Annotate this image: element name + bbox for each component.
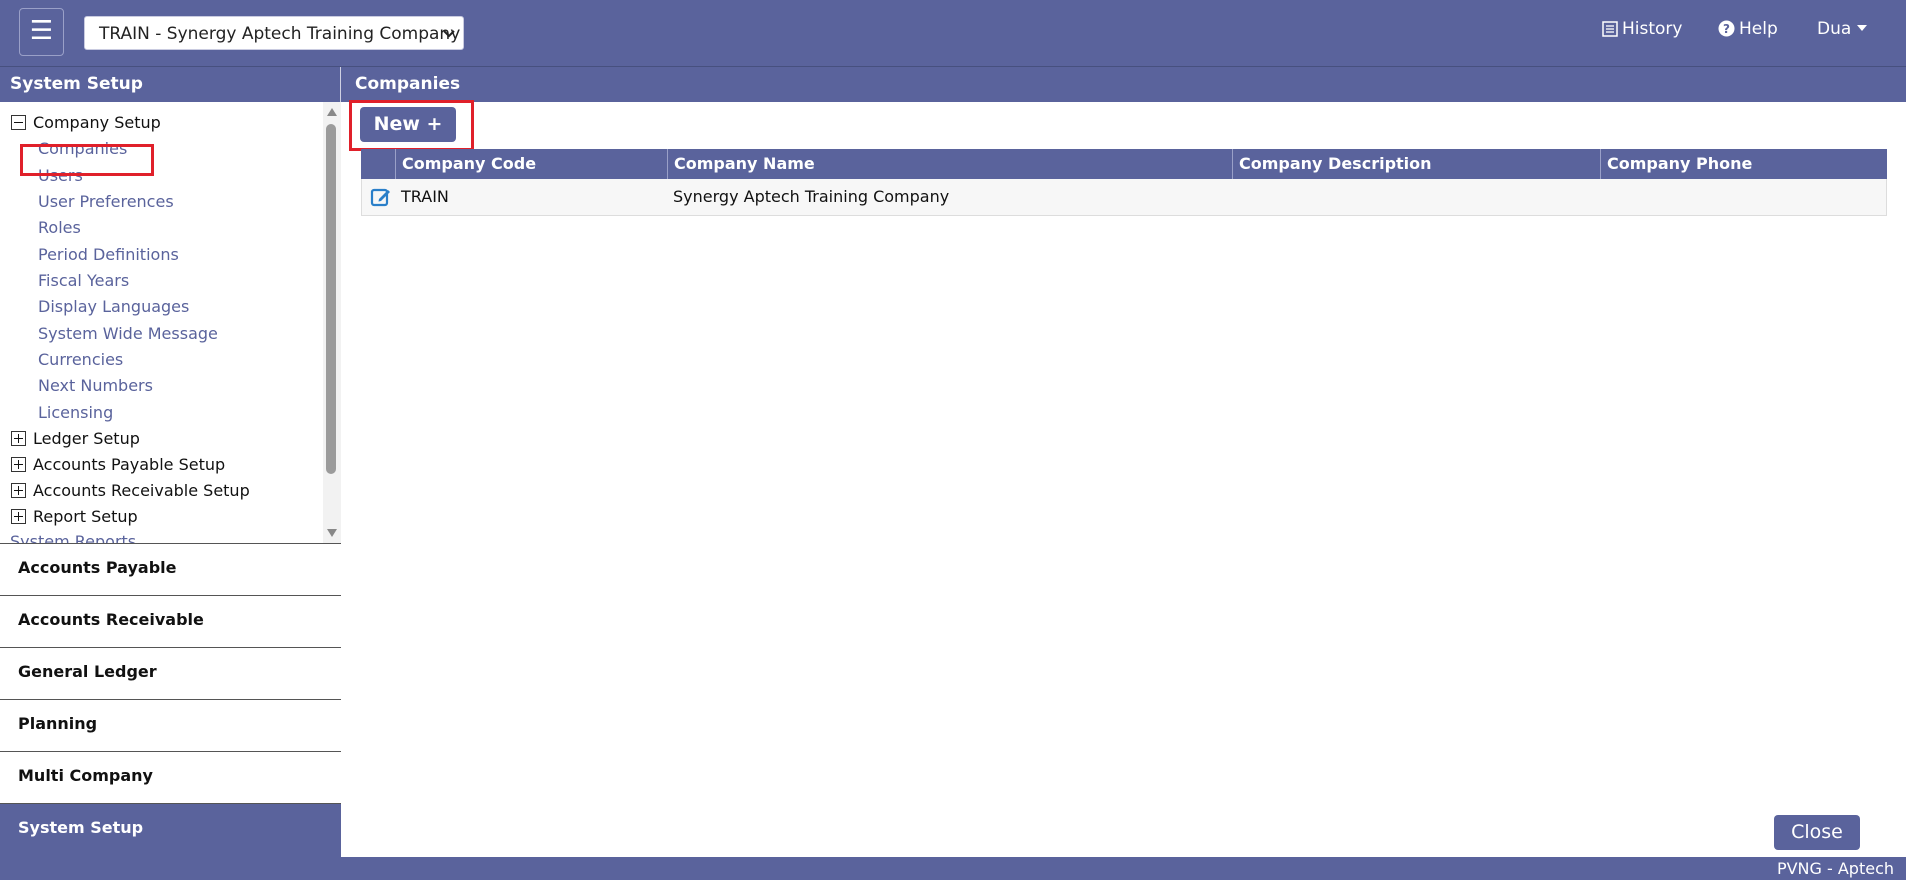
tree-item-roles[interactable]: Roles: [38, 218, 81, 242]
sidebar: System Setup Company Setup Companies Use…: [0, 67, 341, 857]
question-circle-icon: ?: [1718, 20, 1735, 37]
help-label: Help: [1739, 19, 1778, 39]
module-accounts-payable[interactable]: Accounts Payable: [0, 543, 341, 595]
history-label: History: [1622, 19, 1683, 39]
tree-node-label: Accounts Payable Setup: [33, 455, 226, 474]
module-planning[interactable]: Planning: [0, 699, 341, 751]
page-title: Companies: [341, 67, 1906, 102]
expand-plus-icon[interactable]: [11, 431, 26, 446]
scroll-up-arrow-icon[interactable]: [327, 108, 337, 116]
edit-icon[interactable]: [370, 186, 392, 208]
footer-bar: PVNG - Aptech: [0, 857, 1906, 880]
module-accounts-receivable[interactable]: Accounts Receivable: [0, 595, 341, 647]
company-select[interactable]: TRAIN - Synergy Aptech Training Company: [84, 16, 464, 50]
tree-node-label: Report Setup: [33, 507, 138, 526]
cell-company-code: TRAIN: [401, 187, 449, 206]
main-panel: Companies New + Company Code Company Nam…: [341, 67, 1906, 857]
expand-plus-icon[interactable]: [11, 457, 26, 472]
tree-item-licensing[interactable]: Licensing: [38, 403, 113, 427]
setup-tree: Company Setup Companies Users User Prefe…: [0, 102, 323, 543]
tree-item-currencies[interactable]: Currencies: [38, 350, 123, 374]
user-name: Dua: [1817, 19, 1852, 39]
module-system-setup[interactable]: System Setup: [0, 803, 341, 857]
column-header-company-code[interactable]: Company Code: [395, 149, 667, 179]
new-button[interactable]: New +: [360, 107, 456, 142]
tree-item-display-languages[interactable]: Display Languages: [38, 297, 189, 321]
cell-company-name: Synergy Aptech Training Company: [673, 187, 950, 206]
tree-node-label: Ledger Setup: [33, 429, 140, 448]
grid-header: Company Code Company Name Company Descri…: [361, 149, 1887, 179]
column-header-actions: [361, 149, 395, 179]
column-header-company-description[interactable]: Company Description: [1232, 149, 1600, 179]
sidebar-title: System Setup: [0, 67, 340, 102]
tree-node-company-setup[interactable]: Company Setup: [11, 113, 161, 137]
expand-plus-icon[interactable]: [11, 483, 26, 498]
caret-down-icon: [1857, 25, 1868, 31]
help-link[interactable]: ? Help: [1718, 19, 1778, 39]
tree-item-fiscal-years[interactable]: Fiscal Years: [38, 271, 129, 295]
user-menu[interactable]: Dua: [1817, 19, 1868, 39]
tree-item-period-definitions[interactable]: Period Definitions: [38, 245, 179, 269]
selection-highlight: [20, 144, 154, 176]
chevron-down-icon: [443, 30, 455, 38]
module-general-ledger[interactable]: General Ledger: [0, 647, 341, 699]
tree-item-user-preferences[interactable]: User Preferences: [38, 192, 174, 216]
hamburger-menu-icon[interactable]: ☰: [19, 8, 64, 56]
svg-text:?: ?: [1723, 22, 1730, 36]
app-window: ☰ TRAIN - Synergy Aptech Training Compan…: [0, 0, 1906, 880]
tree-node-label: Accounts Receivable Setup: [33, 481, 250, 500]
tree-node-report-setup[interactable]: Report Setup: [11, 507, 138, 531]
table-row[interactable]: TRAIN Synergy Aptech Training Company: [361, 179, 1887, 216]
tree-item-system-reports[interactable]: System Reports: [10, 532, 136, 543]
scroll-down-arrow-icon[interactable]: [327, 529, 337, 537]
scrollbar-thumb[interactable]: [326, 124, 336, 474]
column-header-company-name[interactable]: Company Name: [667, 149, 1232, 179]
tree-scrollbar[interactable]: [323, 102, 341, 543]
company-select-value: TRAIN - Synergy Aptech Training Company: [99, 24, 461, 44]
history-link[interactable]: History: [1602, 19, 1682, 39]
tree-node-accounts-payable-setup[interactable]: Accounts Payable Setup: [11, 455, 225, 479]
tree-node-accounts-receivable-setup[interactable]: Accounts Receivable Setup: [11, 481, 250, 505]
collapse-minus-icon[interactable]: [11, 115, 26, 130]
top-bar: ☰ TRAIN - Synergy Aptech Training Compan…: [0, 0, 1906, 67]
column-header-company-phone[interactable]: Company Phone: [1600, 149, 1887, 179]
history-list-icon: [1602, 21, 1618, 37]
tree-item-system-wide-message[interactable]: System Wide Message: [38, 324, 218, 348]
tree-item-next-numbers[interactable]: Next Numbers: [38, 376, 153, 400]
expand-plus-icon[interactable]: [11, 509, 26, 524]
close-button[interactable]: Close: [1774, 815, 1860, 850]
footer-text: PVNG - Aptech: [1776, 859, 1894, 878]
tree-node-ledger-setup[interactable]: Ledger Setup: [11, 429, 140, 453]
module-multi-company[interactable]: Multi Company: [0, 751, 341, 803]
tree-node-label: Company Setup: [33, 113, 161, 132]
